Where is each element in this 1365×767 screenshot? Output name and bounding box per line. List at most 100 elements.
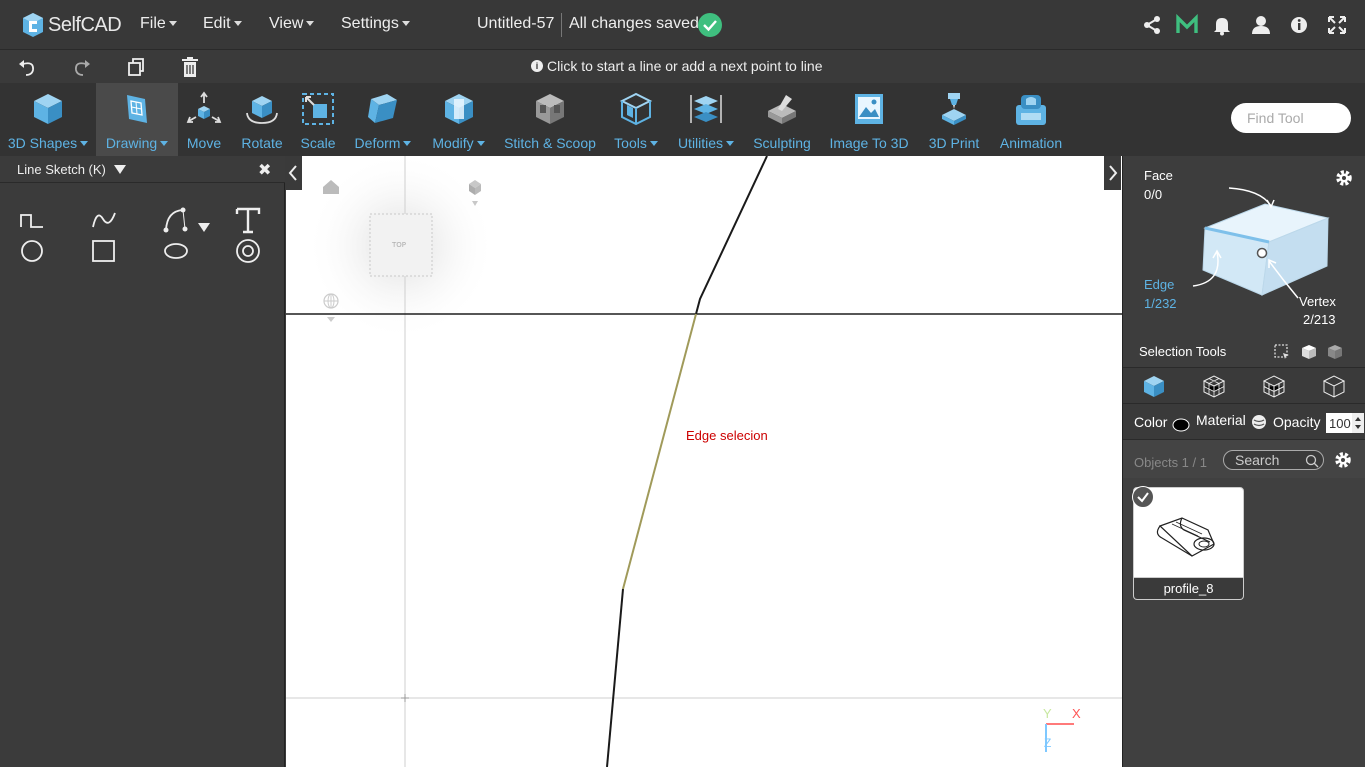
document-title[interactable]: Untitled-57 (477, 15, 554, 33)
view-cube-label[interactable]: TOP (392, 241, 406, 249)
tool-3d-shapes[interactable]: 3D Shapes (0, 83, 96, 156)
title-divider (561, 13, 562, 37)
cube-grid-select-icon[interactable] (1326, 343, 1344, 361)
bezier-tool-icon[interactable] (161, 205, 191, 235)
tool-deform[interactable]: Deform (348, 83, 418, 156)
tool-hint-text: Click to start a line or add a next poin… (547, 58, 823, 74)
redo-icon[interactable] (71, 56, 93, 78)
tool-sculpting[interactable]: Sculpting (748, 83, 816, 156)
menu-settings[interactable]: Settings (341, 15, 410, 33)
tool-3d-print[interactable]: 3D Print (924, 83, 984, 156)
axis-y-label: Y (1043, 706, 1052, 721)
tool-modify[interactable]: Modify (425, 83, 492, 156)
vertex-count: 2/213 (1303, 312, 1336, 327)
face-label[interactable]: Face (1144, 168, 1173, 183)
panel-title[interactable]: Line Sketch (K) (17, 162, 126, 177)
info-icon: i (531, 60, 543, 72)
object-selected-check-icon[interactable] (1132, 486, 1154, 508)
vertex-mode-icon[interactable] (1322, 374, 1346, 398)
user-icon[interactable] (1250, 14, 1272, 36)
menu-view[interactable]: View (269, 15, 314, 33)
tool-label: Move (186, 135, 222, 151)
tool-scale[interactable]: Scale (294, 83, 342, 156)
ring-tool-icon[interactable] (233, 236, 263, 266)
gear-icon[interactable] (1333, 450, 1353, 470)
object-name: profile_8 (1134, 577, 1243, 599)
app-name: SelfCAD (48, 13, 122, 36)
face-mode-icon[interactable] (1202, 374, 1226, 398)
fullscreen-icon[interactable] (1326, 14, 1348, 36)
close-icon[interactable]: ✖ (258, 160, 271, 180)
menu-file[interactable]: File (140, 15, 177, 33)
tool-label: Utilities (673, 135, 739, 151)
menu-edit[interactable]: Edit (203, 15, 242, 33)
text-tool-icon[interactable] (233, 205, 263, 235)
vertex-label[interactable]: Vertex (1299, 294, 1336, 309)
selfcad-logo-icon (20, 12, 46, 38)
rectangle-tool-icon[interactable] (89, 236, 119, 266)
trash-icon[interactable] (179, 56, 201, 78)
deform-icon (368, 94, 397, 123)
properties-bar: Color Material Opacity (1123, 404, 1365, 440)
printer-icon (942, 93, 966, 125)
info-icon[interactable] (1288, 14, 1310, 36)
axis-x-label: X (1072, 706, 1081, 721)
cube-select-icon[interactable] (1300, 343, 1318, 361)
color-swatch[interactable] (1172, 417, 1190, 433)
opacity-stepper[interactable] (1352, 413, 1364, 433)
chevron-down-icon[interactable] (198, 223, 210, 233)
stitch-scoop-icon (536, 94, 564, 124)
edge-count: 1/232 (1144, 296, 1177, 311)
tool-tools[interactable]: Tools (607, 83, 665, 156)
collapse-left-panel-button[interactable] (286, 156, 302, 190)
undo-icon[interactable] (16, 56, 38, 78)
collapse-right-panel-button[interactable] (1104, 156, 1121, 190)
sculpting-icon (768, 95, 796, 124)
object-mode-icon[interactable] (1142, 374, 1166, 398)
cube-icon (34, 94, 62, 124)
tool-label: 3D Shapes (0, 135, 96, 151)
chevron-right-icon (1109, 165, 1118, 181)
tool-stitch-scoop[interactable]: Stitch & Scoop (500, 83, 600, 156)
bell-icon[interactable] (1211, 14, 1233, 36)
circle-tool-icon[interactable] (18, 236, 48, 266)
tool-rotate[interactable]: Rotate (235, 83, 289, 156)
tool-drawing[interactable]: Drawing (96, 83, 178, 156)
panel-header: Line Sketch (K) ✖ (0, 156, 285, 183)
app-logo[interactable]: SelfCAD (20, 10, 122, 40)
selection-mode-bar (1123, 368, 1365, 404)
tool-label: Scale (300, 135, 336, 151)
3d-viewport[interactable]: TOP Y X Z Edge selecion (286, 156, 1122, 767)
check-circle-icon (698, 13, 722, 37)
tool-hint: i Click to start a line or add a next po… (531, 58, 822, 74)
right-panel: Face 0/0 Edge 1/232 Vertex 2/213 Selecti… (1122, 156, 1365, 767)
edge-mode-icon[interactable] (1262, 374, 1286, 398)
animation-icon (1016, 95, 1046, 125)
ellipse-tool-icon[interactable] (161, 236, 191, 266)
save-status: All changes saved (569, 15, 699, 32)
opacity-input[interactable] (1326, 413, 1354, 433)
utilities-icon (690, 95, 722, 123)
chevron-left-icon (288, 165, 297, 181)
find-tool-input[interactable] (1231, 103, 1351, 133)
top-bar: SelfCAD File Edit View Settings Untitled… (0, 0, 1365, 49)
search-icon (1305, 454, 1319, 468)
curve-tool-icon[interactable] (89, 205, 119, 235)
myminifactory-icon[interactable] (1176, 14, 1198, 36)
tool-move[interactable]: Move (178, 83, 230, 156)
tool-image-to-3d[interactable]: Image To 3D (826, 83, 912, 156)
material-sphere-icon[interactable] (1251, 414, 1267, 430)
share-icon[interactable] (1141, 14, 1163, 36)
objects-header: Objects 1 / 1 (1123, 440, 1365, 478)
edge-label[interactable]: Edge (1144, 277, 1174, 292)
tool-animation[interactable]: Animation (995, 83, 1067, 156)
object-thumbnail (1156, 517, 1215, 557)
main-toolbar: 3D Shapes Drawing Move Rotate Scale Defo… (0, 83, 1365, 156)
opacity-label: Opacity (1273, 414, 1321, 430)
drawing-icon (127, 95, 147, 123)
tool-utilities[interactable]: Utilities (673, 83, 739, 156)
polyline-tool-icon[interactable] (18, 205, 48, 235)
copy-icon[interactable] (125, 56, 147, 78)
tool-label: Stitch & Scoop (504, 135, 596, 151)
box-select-icon[interactable] (1273, 343, 1291, 361)
